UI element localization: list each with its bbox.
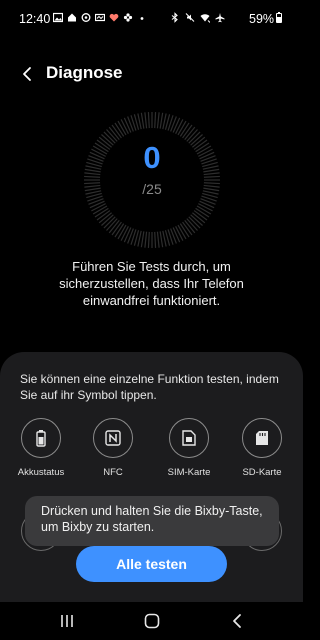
heart-icon (109, 13, 119, 22)
ring-tick (140, 231, 145, 248)
panel-description: Sie können eine einzelne Funktion testen… (20, 372, 279, 402)
battery-icon (276, 12, 282, 23)
home-button[interactable] (141, 611, 163, 631)
ring-tick (175, 226, 184, 241)
test-circle[interactable] (21, 418, 61, 458)
sync-icon (81, 13, 91, 22)
score-value: 0 (143, 140, 161, 175)
ring-tick (199, 200, 215, 209)
ring-tick (144, 112, 148, 129)
recents-button[interactable] (56, 611, 78, 631)
bixby-toast: Drücken und halten Sie die Bixby-Taste, … (25, 496, 279, 546)
ring-tick (172, 117, 181, 133)
page-title: Diagnose (46, 63, 123, 82)
ring-tick (91, 203, 106, 212)
mute-icon (185, 13, 195, 22)
ring-tick (123, 227, 132, 243)
flower-icon (123, 13, 133, 22)
test-circle[interactable] (242, 418, 282, 458)
run-all-button[interactable]: Alle testen (76, 546, 227, 582)
back-nav-button[interactable] (226, 611, 248, 631)
ring-tick (159, 112, 164, 129)
notification-icons (53, 12, 147, 23)
ring-tick (89, 200, 105, 209)
ring-tick (120, 119, 129, 134)
battery-percent: 59% (249, 12, 275, 26)
airplane-icon (215, 13, 225, 23)
ring-tick (84, 175, 101, 178)
test-circle[interactable] (169, 418, 209, 458)
status-time: 12:40 (19, 12, 51, 26)
test-label: SD-Karte (242, 467, 282, 478)
home-icon (144, 613, 160, 629)
score-total: /25 (142, 181, 162, 197)
test-label: SIM-Karte (167, 467, 211, 478)
wifi-icon (200, 14, 210, 23)
intro-text: Führen Sie Tests durch, um sicherzustell… (59, 259, 244, 308)
test-label: NFC (103, 467, 123, 478)
test-item-sd[interactable]: SD-Karte (232, 418, 292, 478)
ring-tick (154, 231, 157, 248)
sim-card-icon (182, 430, 196, 446)
test-label: Akkustatus (17, 467, 65, 478)
status-bar: 12:40 59% (0, 0, 303, 36)
ring-tick (144, 231, 148, 248)
ring-tick (175, 119, 184, 134)
test-item-sim[interactable]: SIM-Karte (159, 418, 219, 478)
ring-tick (198, 203, 213, 212)
battery-icon (36, 430, 46, 447)
screen-icon (95, 13, 105, 22)
recents-icon (61, 615, 73, 627)
test-circle[interactable] (93, 418, 133, 458)
header: Diagnose (0, 56, 303, 92)
test-item-nfc[interactable]: NFC (83, 418, 143, 478)
ring-tick (154, 112, 157, 129)
gallery-icon (53, 12, 63, 23)
ring-tick (147, 112, 150, 129)
ring-tick (120, 226, 129, 241)
home-icon (68, 13, 76, 22)
ring-tick (147, 231, 150, 248)
chevron-left-icon (23, 67, 31, 81)
ring-tick (123, 117, 132, 133)
ring-tick (156, 112, 160, 129)
score-ring (84, 112, 220, 248)
ring-tick (156, 231, 160, 248)
ring-tick (159, 231, 164, 248)
ring-tick (203, 175, 220, 178)
sd-card-icon (256, 431, 268, 445)
bluetooth-icon (171, 12, 178, 23)
back-button[interactable] (14, 61, 40, 87)
system-icons (170, 12, 225, 23)
nfc-icon (105, 430, 121, 446)
ring-tick (172, 227, 181, 243)
dot-icon (140, 17, 144, 20)
test-item-battery[interactable]: Akkustatus (11, 418, 71, 478)
navigation-bar (0, 602, 303, 640)
ring-tick (140, 112, 145, 129)
back-icon (233, 614, 241, 628)
